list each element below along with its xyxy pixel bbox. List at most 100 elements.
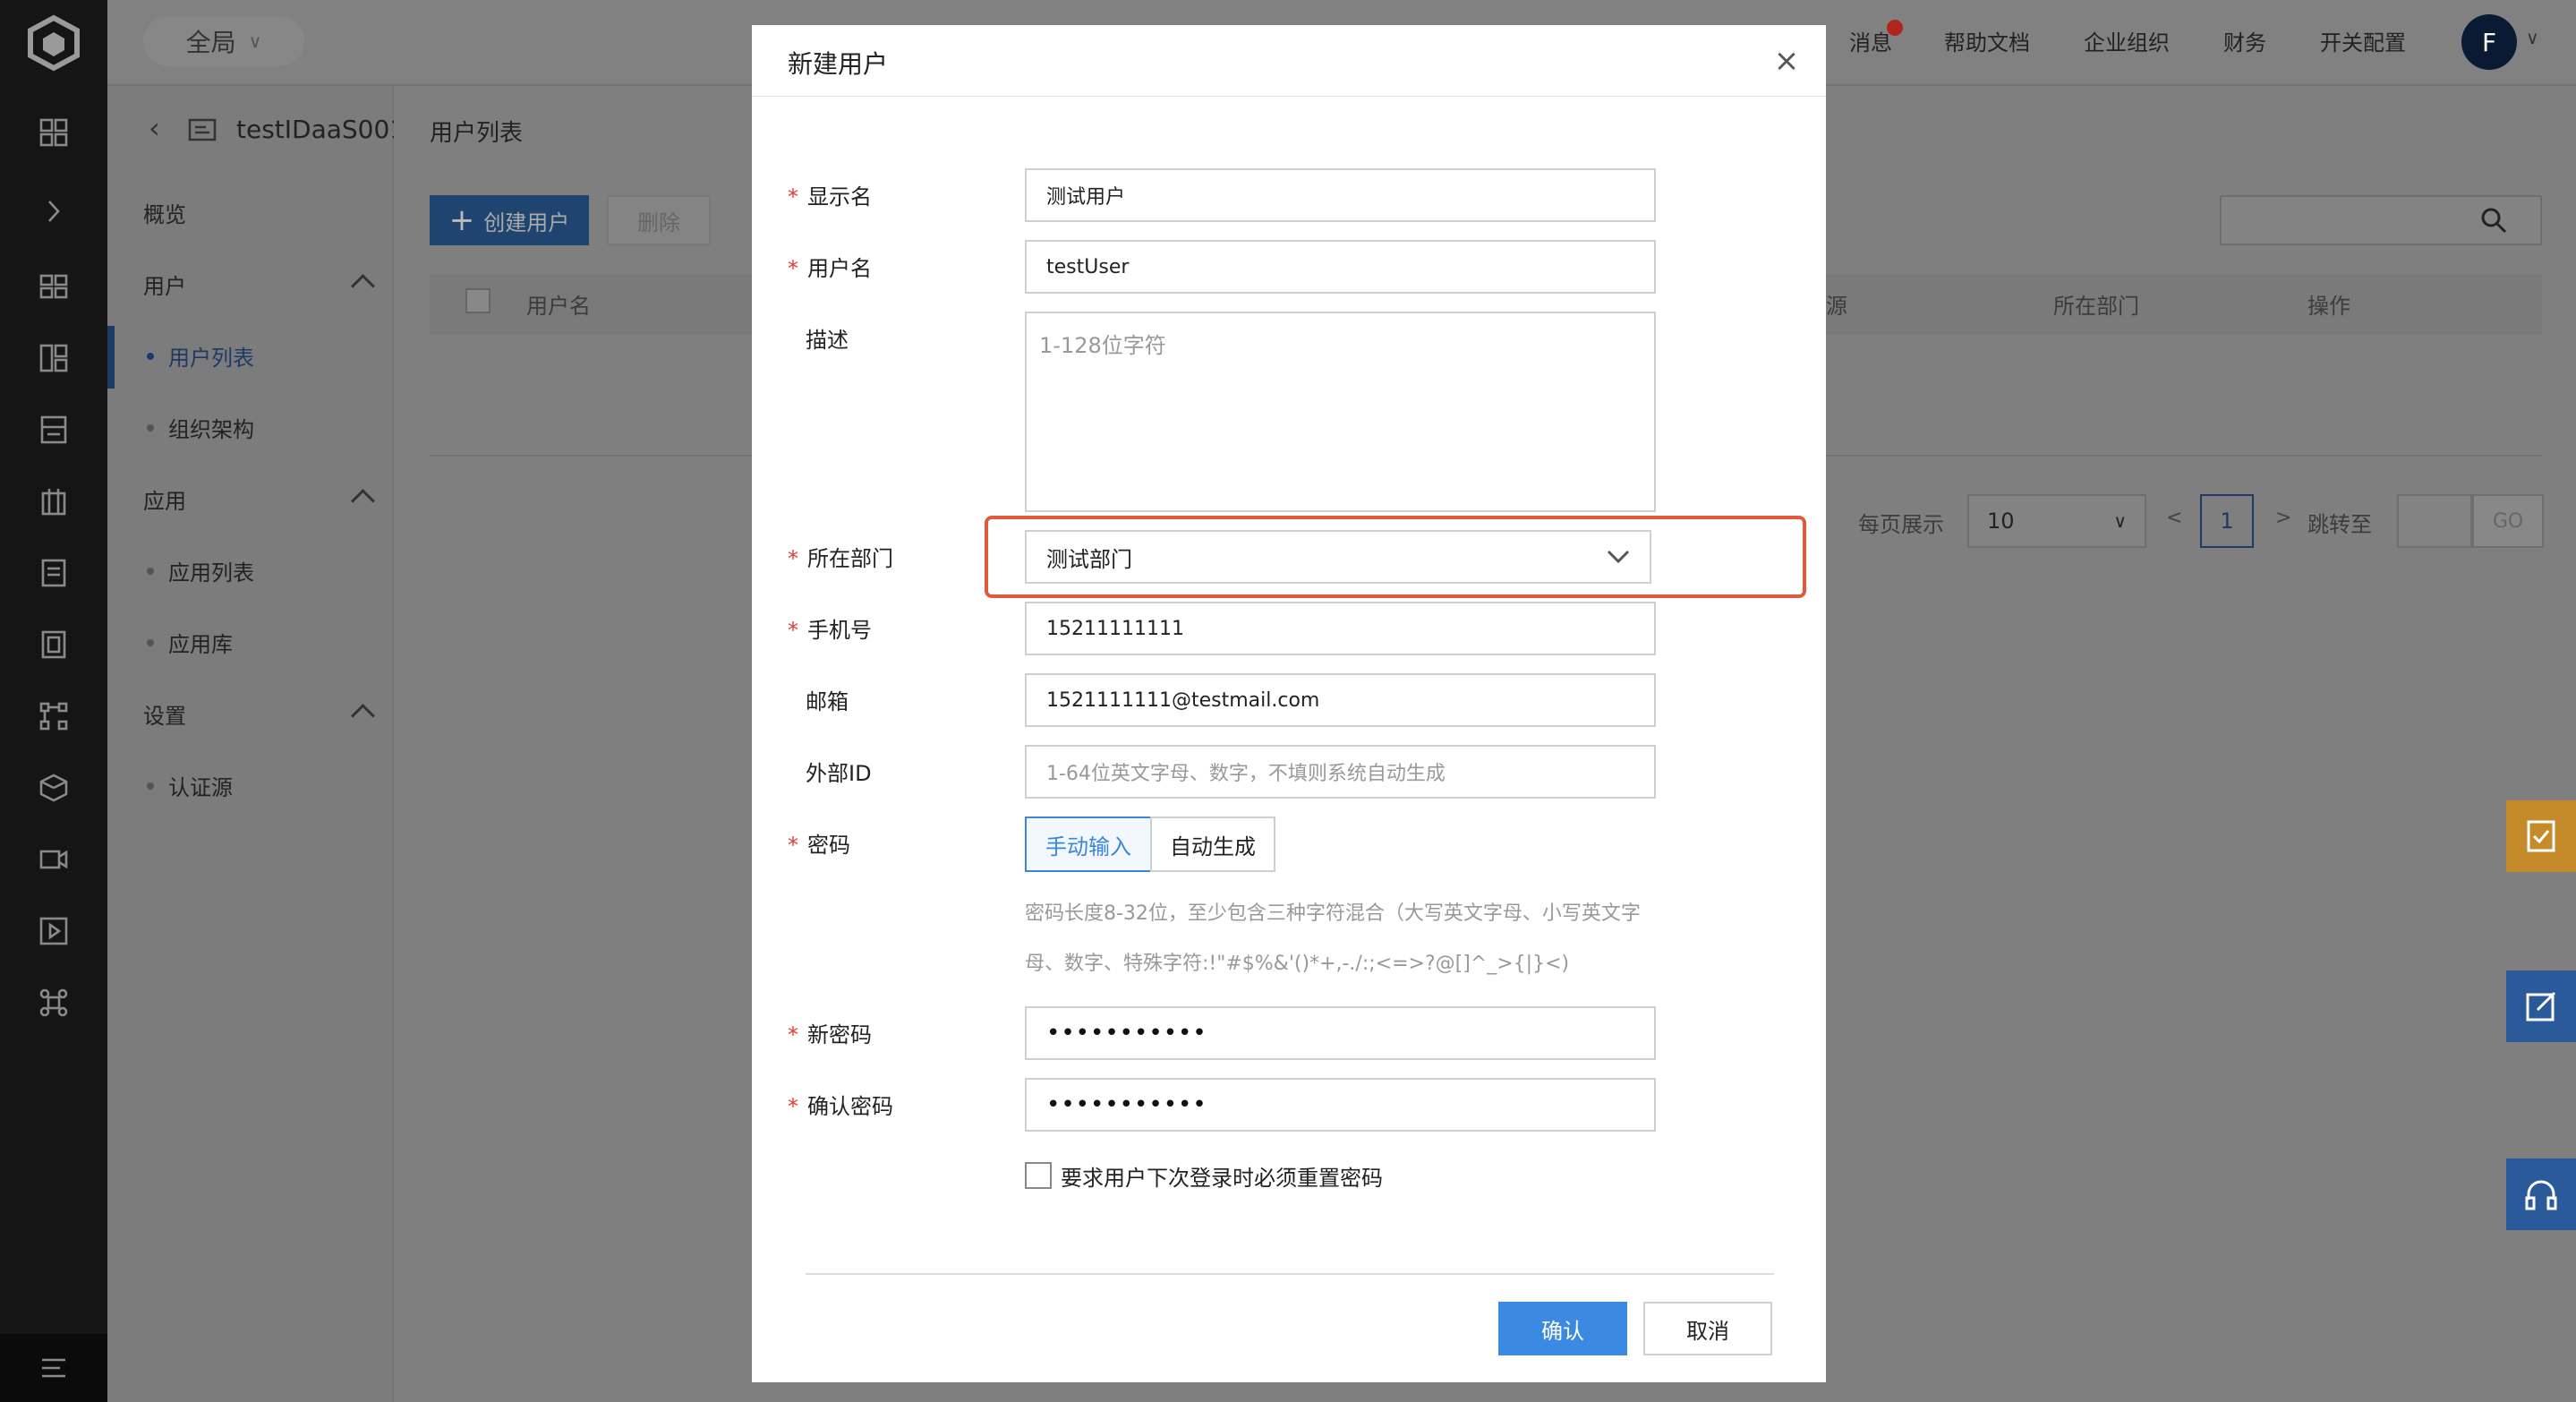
required-mark: * [788, 184, 798, 209]
modal-title: 新建用户 [788, 49, 889, 79]
chevron-down-icon[interactable]: ∨ [2526, 27, 2539, 48]
confirm-password-input[interactable]: ••••••••••• [1025, 1078, 1656, 1132]
nav-organization[interactable]: 企业组织 [2084, 25, 2170, 56]
apps-icon[interactable] [36, 340, 72, 376]
building-icon[interactable] [36, 483, 72, 519]
edit-icon [2526, 991, 2556, 1022]
display-name-label-text: 显示名 [807, 184, 872, 209]
create-user-modal: 新建用户 × * 显示名 测试用户 * 用户名 testUser 描述 1-128位… [752, 25, 1826, 1382]
command-icon[interactable] [36, 985, 72, 1021]
highlight-box [985, 516, 1806, 598]
nav-app-store[interactable]: 应用库 [147, 627, 233, 658]
nav-apps[interactable]: 应用 [143, 483, 186, 515]
new-password-input[interactable]: ••••••••••• [1025, 1006, 1656, 1060]
database-icon[interactable] [36, 627, 72, 663]
menu-icon[interactable] [36, 1350, 72, 1386]
expand-icon[interactable] [36, 193, 72, 229]
password-hint: 母、数字、特殊字符:!"#$%&'()*+,-./:;<=>?@[]^_>{|}… [1025, 953, 1570, 975]
dashboard-icon[interactable] [36, 115, 72, 150]
document-icon[interactable] [36, 555, 72, 591]
select-all-checkbox[interactable] [465, 288, 490, 313]
rail-footer [0, 1334, 107, 1402]
jump-page-input[interactable] [2397, 494, 2472, 548]
department-label: * 所在部门 [788, 541, 893, 572]
nav-finance[interactable]: 财务 [2223, 25, 2266, 56]
video-icon[interactable] [36, 842, 72, 877]
new-password-label: * 新密码 [788, 1017, 872, 1048]
phone-label-text: 手机号 [807, 618, 872, 643]
required-mark: * [788, 256, 798, 281]
avatar[interactable]: F [2461, 14, 2517, 70]
chevron-down-icon: ∨ [248, 30, 262, 52]
password-hint: 密码长度8-32位，至少包含三种字符混合（大写英文字母、小写英文字 [1025, 902, 1641, 925]
page-title: 用户列表 [430, 120, 524, 147]
network-icon[interactable] [36, 698, 72, 734]
column-header: 源 [1826, 294, 1847, 319]
scope-selector[interactable]: 全局 ∨ [143, 16, 304, 66]
play-icon[interactable] [36, 913, 72, 949]
headset-icon [2525, 1180, 2557, 1210]
username-label-text: 用户名 [807, 256, 872, 281]
column-header: 所在部门 [2053, 294, 2139, 319]
cancel-button[interactable]: 取消 [1643, 1302, 1772, 1355]
email-input[interactable]: 1521111111@testmail.com [1025, 673, 1656, 727]
per-page-label: 每页展示 [1858, 512, 1944, 537]
storage-icon[interactable] [36, 412, 72, 448]
nav-switch-config[interactable]: 开关配置 [2320, 25, 2406, 56]
display-name-input[interactable]: 测试用户 [1025, 168, 1656, 222]
chevron-down-icon: ∨ [2113, 510, 2127, 532]
required-mark: * [788, 618, 798, 643]
nav-user-list[interactable]: 用户列表 [147, 340, 254, 372]
nav-settings[interactable]: 设置 [143, 698, 186, 730]
feedback-widget[interactable] [2506, 800, 2576, 872]
checklist-icon [2527, 820, 2555, 852]
notification-dot [1887, 20, 1903, 36]
external-id-input[interactable]: 1-64位英文字母、数字，不填则系统自动生成 [1025, 745, 1656, 799]
nav-auth-source[interactable]: 认证源 [147, 770, 233, 801]
phone-input[interactable]: 15211111111 [1025, 602, 1656, 655]
username-label: * 用户名 [788, 251, 872, 282]
active-indicator [107, 326, 115, 389]
search-icon[interactable] [2479, 206, 2508, 235]
logo-icon [28, 14, 80, 72]
new-password-label-text: 新密码 [807, 1022, 872, 1047]
display-name-label: * 显示名 [788, 179, 872, 210]
nav-messages[interactable]: 消息 [1849, 25, 1892, 56]
create-user-label: 创建用户 [483, 209, 570, 235]
per-page-select[interactable]: 10 ∨ [1967, 494, 2146, 548]
grid-icon[interactable] [36, 269, 72, 304]
nav-overview[interactable]: 概览 [143, 197, 186, 228]
confirm-password-label-text: 确认密码 [807, 1094, 893, 1119]
force-reset-checkbox[interactable] [1025, 1162, 1052, 1189]
username-input[interactable]: testUser [1025, 240, 1656, 294]
modal-header: 新建用户 × [752, 25, 1826, 97]
go-button[interactable]: GO [2472, 494, 2544, 548]
force-reset-label[interactable]: 要求用户下次登录时必须重置密码 [1061, 1160, 1383, 1192]
create-user-button[interactable]: + 创建用户 [430, 195, 589, 245]
phone-label: * 手机号 [788, 612, 872, 644]
delete-button[interactable]: 删除 [607, 195, 711, 245]
next-page-button[interactable]: > [2275, 507, 2291, 529]
support-widget[interactable] [2506, 1158, 2576, 1230]
edit-widget[interactable] [2506, 970, 2576, 1042]
current-page[interactable]: 1 [2200, 494, 2254, 548]
required-mark: * [788, 1022, 798, 1047]
department-label-text: 所在部门 [807, 546, 893, 571]
nav-org-structure[interactable]: 组织架构 [147, 412, 254, 443]
plus-icon: + [448, 202, 475, 238]
password-label-text: 密码 [807, 833, 850, 858]
left-rail [0, 0, 107, 1402]
package-icon[interactable] [36, 770, 72, 806]
prev-page-button[interactable]: < [2166, 507, 2182, 529]
description-textarea[interactable]: 1-128位字符 [1025, 312, 1656, 512]
nav-app-list[interactable]: 应用列表 [147, 555, 254, 586]
close-icon[interactable]: × [1769, 43, 1804, 79]
column-header: 用户名 [526, 294, 591, 319]
manual-input-toggle[interactable]: 手动输入 [1025, 816, 1152, 872]
back-icon[interactable]: ‹ [149, 111, 160, 145]
confirm-button[interactable]: 确认 [1498, 1302, 1627, 1355]
required-mark: * [788, 546, 798, 571]
auto-generate-toggle[interactable]: 自动生成 [1150, 816, 1275, 872]
nav-help-docs[interactable]: 帮助文档 [1944, 25, 2030, 56]
nav-users[interactable]: 用户 [143, 269, 186, 300]
